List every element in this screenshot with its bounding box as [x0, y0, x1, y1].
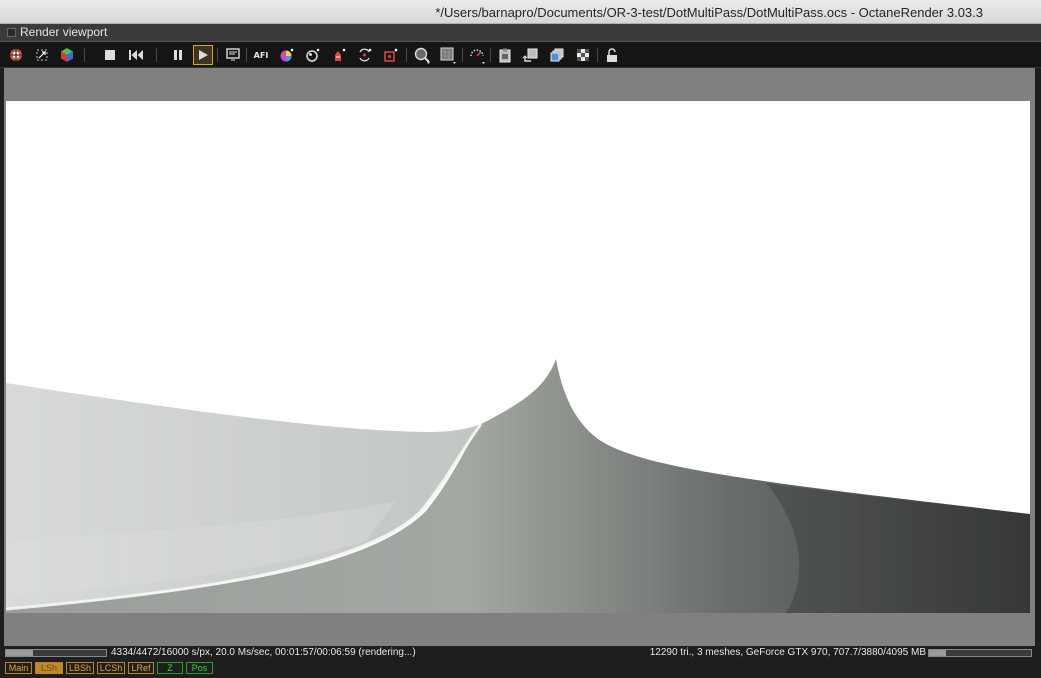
region-icon[interactable] [438, 46, 458, 64]
afi-icon[interactable]: AFI [251, 46, 271, 64]
film-region-icon[interactable] [467, 46, 487, 64]
lock-icon[interactable] [602, 46, 622, 64]
camera-target-icon[interactable] [381, 46, 401, 64]
cube-icon[interactable] [57, 46, 77, 64]
memory-usage-fill [929, 650, 947, 656]
play-icon[interactable] [193, 45, 213, 65]
focus-picker-icon[interactable] [355, 46, 375, 64]
window-title: */Users/barnapro/Documents/OR-3-test/Dot… [435, 5, 983, 20]
pass-button-main[interactable]: Main [5, 662, 32, 674]
panel-title: Render viewport [20, 25, 108, 39]
recenter-view-icon[interactable] [6, 46, 26, 64]
material-picker-icon[interactable] [303, 46, 323, 64]
panel-toggle-checkbox[interactable] [7, 28, 16, 37]
render-progress-fill [6, 650, 33, 656]
zoom-icon[interactable] [412, 46, 432, 64]
render-image[interactable] [6, 101, 1030, 613]
monitor-icon[interactable] [223, 46, 243, 64]
reset-view-icon[interactable] [32, 46, 52, 64]
render-pass-bar: Main LSh LBSh LCSh LRef Z Pos [0, 661, 1041, 678]
pass-button-lsh[interactable]: LSh [35, 662, 63, 674]
status-bar: 4334/4472/16000 s/px, 20.0 Ms/sec, 00:01… [0, 646, 1041, 661]
restart-icon[interactable] [126, 46, 146, 64]
render-viewport-header: Render viewport [0, 24, 1041, 42]
render-progress-bar [5, 649, 107, 657]
object-picker-icon[interactable] [329, 46, 349, 64]
copy-clipboard-icon[interactable] [495, 46, 515, 64]
pass-button-pos[interactable]: Pos [186, 662, 213, 674]
stop-icon[interactable] [100, 46, 120, 64]
background-icon[interactable] [573, 46, 593, 64]
render-toolbar: AFI [0, 42, 1041, 68]
color-picker-icon[interactable] [277, 46, 297, 64]
pass-button-lcsh[interactable]: LCSh [97, 662, 125, 674]
afi-label: AFI [253, 50, 269, 60]
render-stats-text: 4334/4472/16000 s/px, 20.0 Ms/sec, 00:01… [111, 647, 416, 658]
export-passes-icon[interactable] [547, 46, 567, 64]
memory-usage-bar [928, 649, 1032, 657]
scene-stats-text: 12290 tri., 3 meshes, GeForce GTX 970, 7… [649, 647, 926, 658]
pass-button-lbsh[interactable]: LBSh [66, 662, 94, 674]
window-title-bar: */Users/barnapro/Documents/OR-3-test/Dot… [0, 0, 1041, 24]
pass-button-z[interactable]: Z [157, 662, 183, 674]
save-render-icon[interactable] [521, 46, 541, 64]
pass-button-lref[interactable]: LRef [128, 662, 154, 674]
octane-app-window: */Users/barnapro/Documents/OR-3-test/Dot… [0, 0, 1041, 678]
pause-icon[interactable] [168, 46, 188, 64]
